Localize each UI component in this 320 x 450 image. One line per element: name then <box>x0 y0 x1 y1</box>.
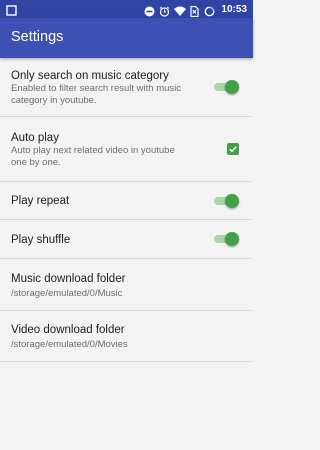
setting-subtitle: /storage/emulated/0/Music <box>11 288 123 299</box>
play-shuffle-switch[interactable] <box>213 232 239 246</box>
setting-music-category[interactable]: Only search on music category Enabled to… <box>0 58 253 117</box>
setting-play-repeat[interactable]: Play repeat <box>0 182 253 220</box>
music-category-switch[interactable] <box>213 80 239 94</box>
setting-subtitle: Enabled to filter search result with mus… <box>11 83 182 106</box>
settings-list: Only search on music category Enabled to… <box>0 58 253 362</box>
setting-subtitle: Auto play next related video in youtube … <box>11 145 175 168</box>
setting-title: Play repeat <box>11 195 70 207</box>
alarm-icon <box>159 4 170 17</box>
setting-title: Music download folder <box>11 273 126 285</box>
wifi-icon <box>174 4 187 16</box>
setting-title: Play shuffle <box>11 234 71 246</box>
setting-title: Video download folder <box>11 324 125 336</box>
play-repeat-switch[interactable] <box>213 193 239 208</box>
setting-music-download-folder[interactable]: Music download folder /storage/emulated/… <box>0 259 253 311</box>
setting-title: Auto play <box>11 132 59 144</box>
app-bar: Settings <box>0 18 253 58</box>
page-title: Settings <box>11 29 64 45</box>
setting-subtitle: /storage/emulated/0/Movies <box>11 339 128 350</box>
setting-auto-play[interactable]: Auto play Auto play next related video i… <box>0 117 253 182</box>
setting-video-download-folder[interactable]: Video download folder /storage/emulated/… <box>0 311 253 362</box>
do-not-disturb-icon <box>144 4 155 16</box>
setting-title: Only search on music category <box>11 70 169 82</box>
no-sim-icon <box>189 4 200 17</box>
notification-square-icon <box>6 3 17 16</box>
status-time: 10:53 <box>221 3 247 15</box>
auto-play-checkbox[interactable] <box>227 143 239 155</box>
battery-icon <box>204 4 215 16</box>
setting-play-shuffle[interactable]: Play shuffle <box>0 220 253 259</box>
status-bar: 10:53 <box>0 0 253 18</box>
